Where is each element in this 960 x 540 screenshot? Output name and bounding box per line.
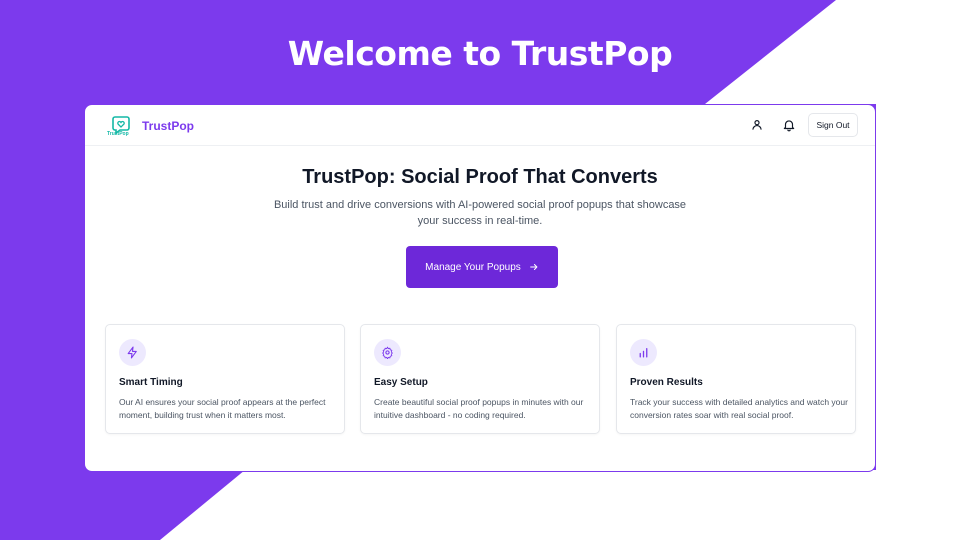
page-title: TrustPop: Social Proof That Converts: [302, 166, 658, 188]
zap-icon: [127, 346, 137, 359]
bell-icon[interactable]: [782, 118, 796, 132]
brand-name[interactable]: TrustPop: [142, 119, 194, 133]
gear-icon: [382, 346, 393, 359]
feature-description: Create beautiful social proof popups in …: [374, 397, 584, 420]
feature-card-proven-results: Proven Results Track your success with d…: [616, 324, 856, 434]
app-header: TrustPop TrustPop Sign Out: [85, 105, 875, 146]
feature-description: Track your success with detailed analyti…: [630, 397, 848, 420]
manage-popups-button[interactable]: Manage Your Popups: [406, 246, 558, 288]
feature-icon-badge: [630, 339, 657, 366]
feature-title: Proven Results: [630, 377, 703, 388]
feature-title: Smart Timing: [119, 377, 183, 388]
bar-chart-icon: [639, 348, 648, 358]
hero-title: Welcome to TrustPop: [287, 34, 673, 73]
manage-popups-label: Manage Your Popups: [425, 261, 521, 273]
logo-text: TrustPop: [107, 131, 129, 137]
feature-icon-badge: [119, 339, 146, 366]
sign-out-button[interactable]: Sign Out: [808, 113, 858, 137]
feature-title: Easy Setup: [374, 377, 428, 388]
feature-icon-badge: [374, 339, 401, 366]
arrow-right-icon: [529, 264, 538, 270]
user-icon[interactable]: [750, 118, 764, 132]
feature-card-easy-setup: Easy Setup Create beautiful social proof…: [360, 324, 600, 434]
feature-card-smart-timing: Smart Timing Our AI ensures your social …: [105, 324, 345, 434]
app-window: TrustPop TrustPop Sign Out TrustPop: Soc…: [84, 104, 876, 472]
feature-description: Our AI ensures your social proof appears…: [119, 397, 326, 420]
page-subtitle: Build trust and drive conversions with A…: [273, 199, 687, 227]
